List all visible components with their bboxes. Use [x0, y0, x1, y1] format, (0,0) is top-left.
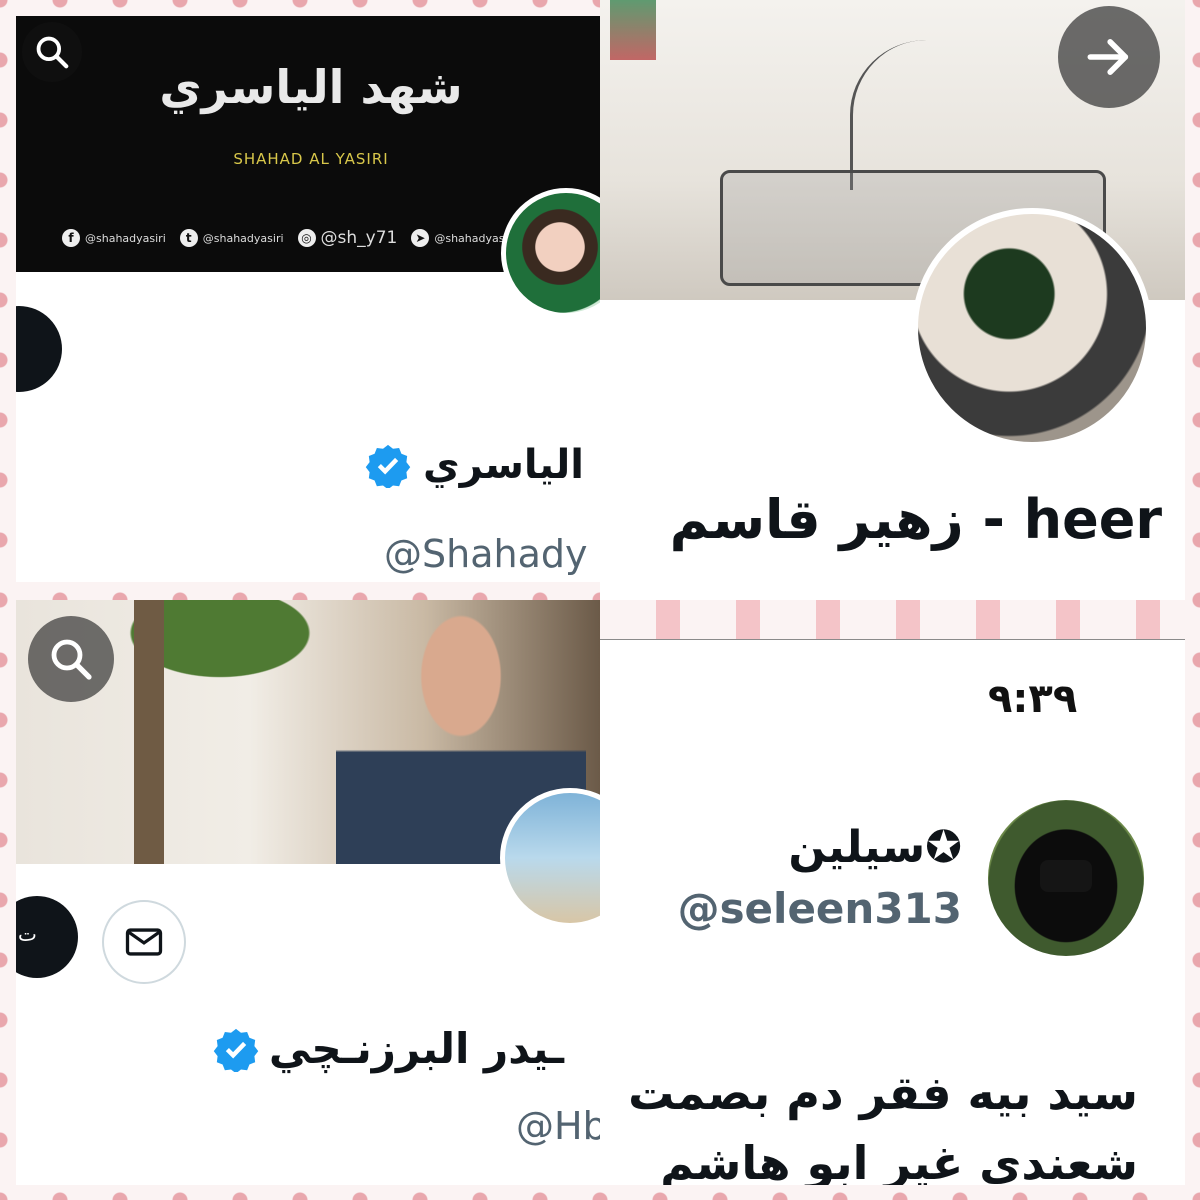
social-handle: @shahadyasiri [202, 231, 284, 245]
profile-panel-shahad: شهد الياسري SHAHAD AL YASIRI f @shahadya… [16, 16, 600, 582]
follow-button[interactable]: ت [16, 896, 78, 978]
tree-trunk [134, 600, 164, 864]
social-facebook: f @shahadyasiri [62, 229, 166, 247]
follow-button[interactable] [16, 306, 62, 392]
message-button[interactable] [102, 900, 186, 984]
telegram-icon: ➤ [411, 229, 430, 247]
tweet-panel-seleen: ٩:٣٩ سيلين✪ @seleen313 سيد بيه فقر دم بص… [600, 640, 1185, 1185]
profile-panel-zuheer: زهير قاسم - heer [600, 0, 1185, 600]
twitter-icon: t [179, 229, 198, 247]
user-handle: @Hb [516, 1104, 600, 1148]
social-twitter: t @shahadyasiri [179, 229, 284, 247]
verified-badge-icon [365, 444, 411, 488]
banner-title: شهد الياسري [159, 60, 463, 114]
display-name: زهير قاسم - heer [669, 488, 1162, 551]
avatar[interactable] [912, 208, 1152, 448]
banner-subtitle: SHAHAD AL YASIRI [233, 150, 389, 168]
instagram-icon: ◎ [297, 229, 316, 247]
social-handle: @sh_y71 [320, 228, 398, 248]
social-instagram: ◎ @sh_y71 [297, 228, 398, 248]
arrow-right-icon [1087, 39, 1129, 75]
tweet-line: شعندی غير ابو هاشم [660, 1136, 1138, 1185]
follow-button-label: ت [18, 922, 37, 946]
search-button[interactable] [22, 22, 82, 82]
tweet-line: سيد بيه فقر دم بصمت [628, 1066, 1138, 1120]
status-bar: ٩:٣٩ [600, 640, 1185, 764]
next-button[interactable] [1058, 6, 1160, 108]
facebook-icon: f [62, 229, 80, 247]
display-name: الياسري [423, 442, 584, 488]
display-name-row: ـيدر البرزنـچي [213, 1024, 564, 1073]
social-handle: @shahadyasiri [85, 231, 166, 245]
display-name-row: الياسري [365, 442, 584, 488]
search-icon [36, 36, 69, 69]
flag-illustration [610, 0, 656, 60]
display-name: ـيدر البرزنـچي [268, 1024, 564, 1073]
profile-panel-haider: ت ـيدر البرزنـچي @Hb [16, 600, 600, 1185]
banner-socials: f @shahadyasiri t @shahadyasiri ◎ @sh_y7… [62, 224, 515, 252]
tree-illustration [850, 40, 1003, 190]
search-icon [51, 639, 92, 680]
display-name: سيلين✪ [788, 822, 962, 873]
mail-icon [125, 928, 163, 956]
social-telegram: ➤ @shahadyasiri [411, 229, 515, 247]
tweet-text: سيد بيه فقر دم بصمت شعندی غير ابو هاشم [600, 1058, 1138, 1185]
search-button[interactable] [28, 616, 114, 702]
verified-badge-icon [213, 1028, 259, 1072]
avatar-mask-detail [1040, 860, 1092, 892]
cupcake-divider [600, 600, 1185, 640]
user-handle: @Shahady [384, 532, 588, 576]
user-handle: @seleen313 [677, 884, 962, 933]
status-time: ٩:٣٩ [988, 676, 1078, 722]
